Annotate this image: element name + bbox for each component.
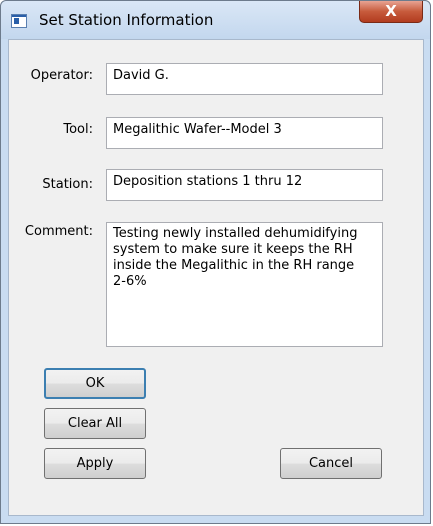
dialog-client-area: Operator: David G. Tool: Megalithic Wafe… (8, 39, 424, 516)
cancel-button[interactable]: Cancel (280, 448, 382, 479)
comment-label: Comment: (24, 224, 93, 239)
operator-label: Operator: (30, 68, 93, 83)
window-title: Set Station Information (39, 11, 214, 29)
station-field[interactable]: Deposition stations 1 thru 12 (106, 169, 383, 201)
tool-field[interactable]: Megalithic Wafer--Model 3 (106, 117, 383, 149)
close-button[interactable]: X (359, 1, 423, 23)
tool-label: Tool: (63, 122, 93, 137)
ok-button[interactable]: OK (44, 368, 146, 399)
station-label: Station: (42, 177, 93, 192)
comment-field[interactable]: Testing newly installed dehumidifying sy… (106, 222, 383, 347)
apply-button[interactable]: Apply (44, 448, 146, 479)
close-icon: X (385, 2, 397, 20)
title-bar[interactable]: Set Station Information X (1, 1, 430, 39)
app-window-icon (11, 14, 27, 28)
clear-all-button[interactable]: Clear All (44, 408, 146, 439)
operator-field[interactable]: David G. (106, 63, 383, 95)
dialog-window: Set Station Information X Operator: Davi… (0, 0, 431, 524)
